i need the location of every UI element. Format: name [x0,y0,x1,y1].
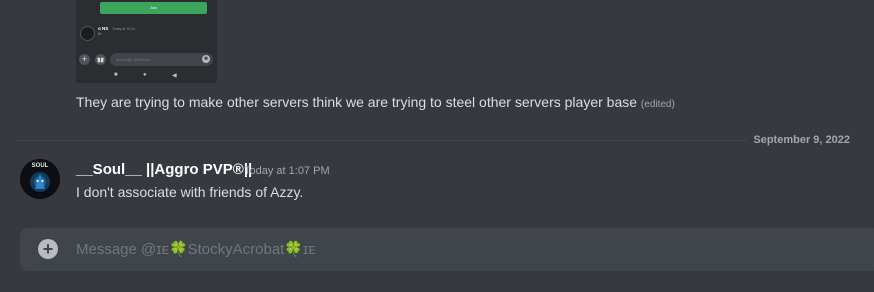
attachment-author: ɑ NS [98,26,109,31]
image-attachment[interactable]: Join ɑ NS Today at 10:24 hi + Message @D… [76,0,217,83]
message-composer: + [20,228,874,271]
attachment-nav-back-icon: ◀ [172,73,177,79]
message-input[interactable] [76,228,836,271]
avatar[interactable]: SOUL [20,159,60,199]
message-author[interactable]: __Soul__ ||Aggro PVP®|| [76,161,252,178]
message-timestamp[interactable]: Today at 1:07 PM [244,165,330,177]
message-content: I don't associate with friends of Azzy. [76,184,304,200]
attachment-gift-icon [95,54,106,65]
attachment-nav-square-icon: ■ [114,72,118,78]
attachment-time: Today at 10:24 [112,27,135,31]
attachment-join-button: Join [100,2,207,14]
message-text: They are trying to make other servers th… [76,94,675,110]
attachment-message: hi [98,32,101,36]
attachment-message-input: Message @Deemix ☻ [110,53,213,66]
avatar-logo-text: SOUL [32,163,49,169]
date-divider-line [16,140,850,141]
add-attachment-icon[interactable]: + [38,239,58,259]
attachment-nav-circle-icon: ● [143,72,147,78]
attachment-add-icon: + [79,54,90,65]
date-divider-label: September 9, 2022 [747,134,850,146]
attachment-input-placeholder: Message @Deemix [116,57,151,62]
edited-label: (edited) [640,99,675,110]
attachment-avatar [80,26,95,41]
message-body: They are trying to make other servers th… [76,94,638,110]
attachment-emoji-icon: ☻ [202,55,210,63]
